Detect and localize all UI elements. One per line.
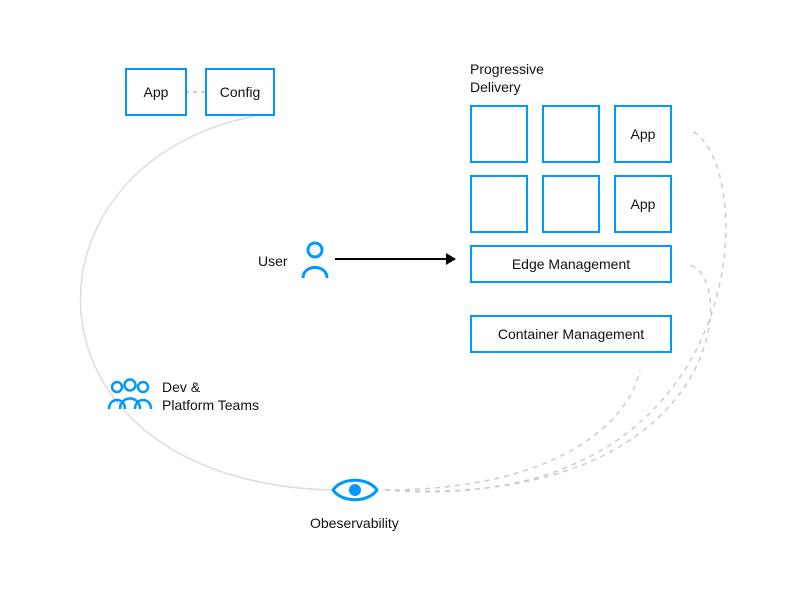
user-label: User <box>258 253 288 269</box>
user-icon <box>300 240 330 280</box>
edge-management-label: Edge Management <box>512 256 630 272</box>
config-box-label: Config <box>220 84 260 100</box>
container-management-box: Container Management <box>470 315 672 353</box>
pd-box-2 <box>542 105 600 163</box>
pd-box-4 <box>470 175 528 233</box>
pd-box-3-app: App <box>614 105 672 163</box>
progressive-delivery-label: Progressive Delivery <box>470 60 590 96</box>
pd-box-5 <box>542 175 600 233</box>
edge-management-box: Edge Management <box>470 245 672 283</box>
eye-icon <box>330 475 380 505</box>
connector-curves <box>0 0 800 600</box>
pd-box-3-label: App <box>631 126 656 142</box>
pd-box-6-app: App <box>614 175 672 233</box>
pd-box-1 <box>470 105 528 163</box>
app-box-label: App <box>144 84 169 100</box>
user-to-edge-arrow <box>335 258 455 260</box>
team-icon <box>105 375 155 415</box>
container-management-label: Container Management <box>498 326 644 342</box>
pd-box-6-label: App <box>631 196 656 212</box>
dev-platform-teams-label: Dev & Platform Teams <box>162 378 292 414</box>
observability-label: Obeservability <box>310 515 399 531</box>
config-box: Config <box>205 68 275 116</box>
app-box: App <box>125 68 187 116</box>
